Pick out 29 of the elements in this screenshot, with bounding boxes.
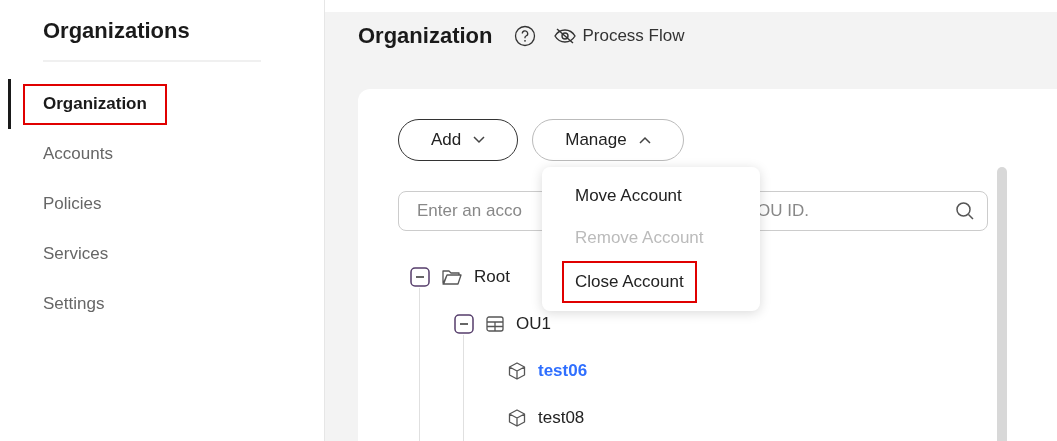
sidebar-item[interactable]: Policies [25, 184, 120, 224]
placeholder-text: Enter an acco [417, 201, 523, 221]
page-title: Organization [358, 22, 493, 49]
dropdown-button[interactable]: Manage [532, 119, 684, 161]
cube-icon [508, 361, 526, 380]
eye-off-icon [554, 27, 577, 44]
chevron-icon [638, 136, 651, 144]
sidebar-item[interactable]: Organization [23, 83, 167, 125]
sidebar-item[interactable]: Settings [25, 284, 123, 324]
tree-node-label[interactable]: OU1 [516, 313, 551, 334]
dropdown-button[interactable]: Add [398, 119, 519, 161]
process-flow-link[interactable]: Process Flow [554, 25, 685, 46]
cube-icon [508, 408, 526, 427]
tree-node-label[interactable]: test08 [538, 407, 585, 428]
help-icon[interactable] [514, 24, 537, 47]
sidebar-title: Organizations [43, 18, 261, 62]
sidebar-item[interactable]: Accounts [25, 134, 131, 174]
scrollbar[interactable] [997, 167, 1007, 441]
search-icon[interactable] [955, 201, 975, 221]
tree-node-label[interactable]: test06 [538, 360, 588, 381]
collapse-toggle[interactable] [410, 266, 430, 287]
menu-item[interactable]: Move Account [575, 175, 682, 217]
folder-icon [442, 268, 462, 285]
chevron-icon [473, 136, 486, 144]
menu-item[interactable]: Close Account [562, 261, 697, 303]
collapse-toggle[interactable] [454, 313, 474, 334]
sidebar-item[interactable]: Services [25, 234, 127, 274]
tree-node-label[interactable]: Root [474, 266, 510, 287]
table-icon [486, 315, 504, 332]
